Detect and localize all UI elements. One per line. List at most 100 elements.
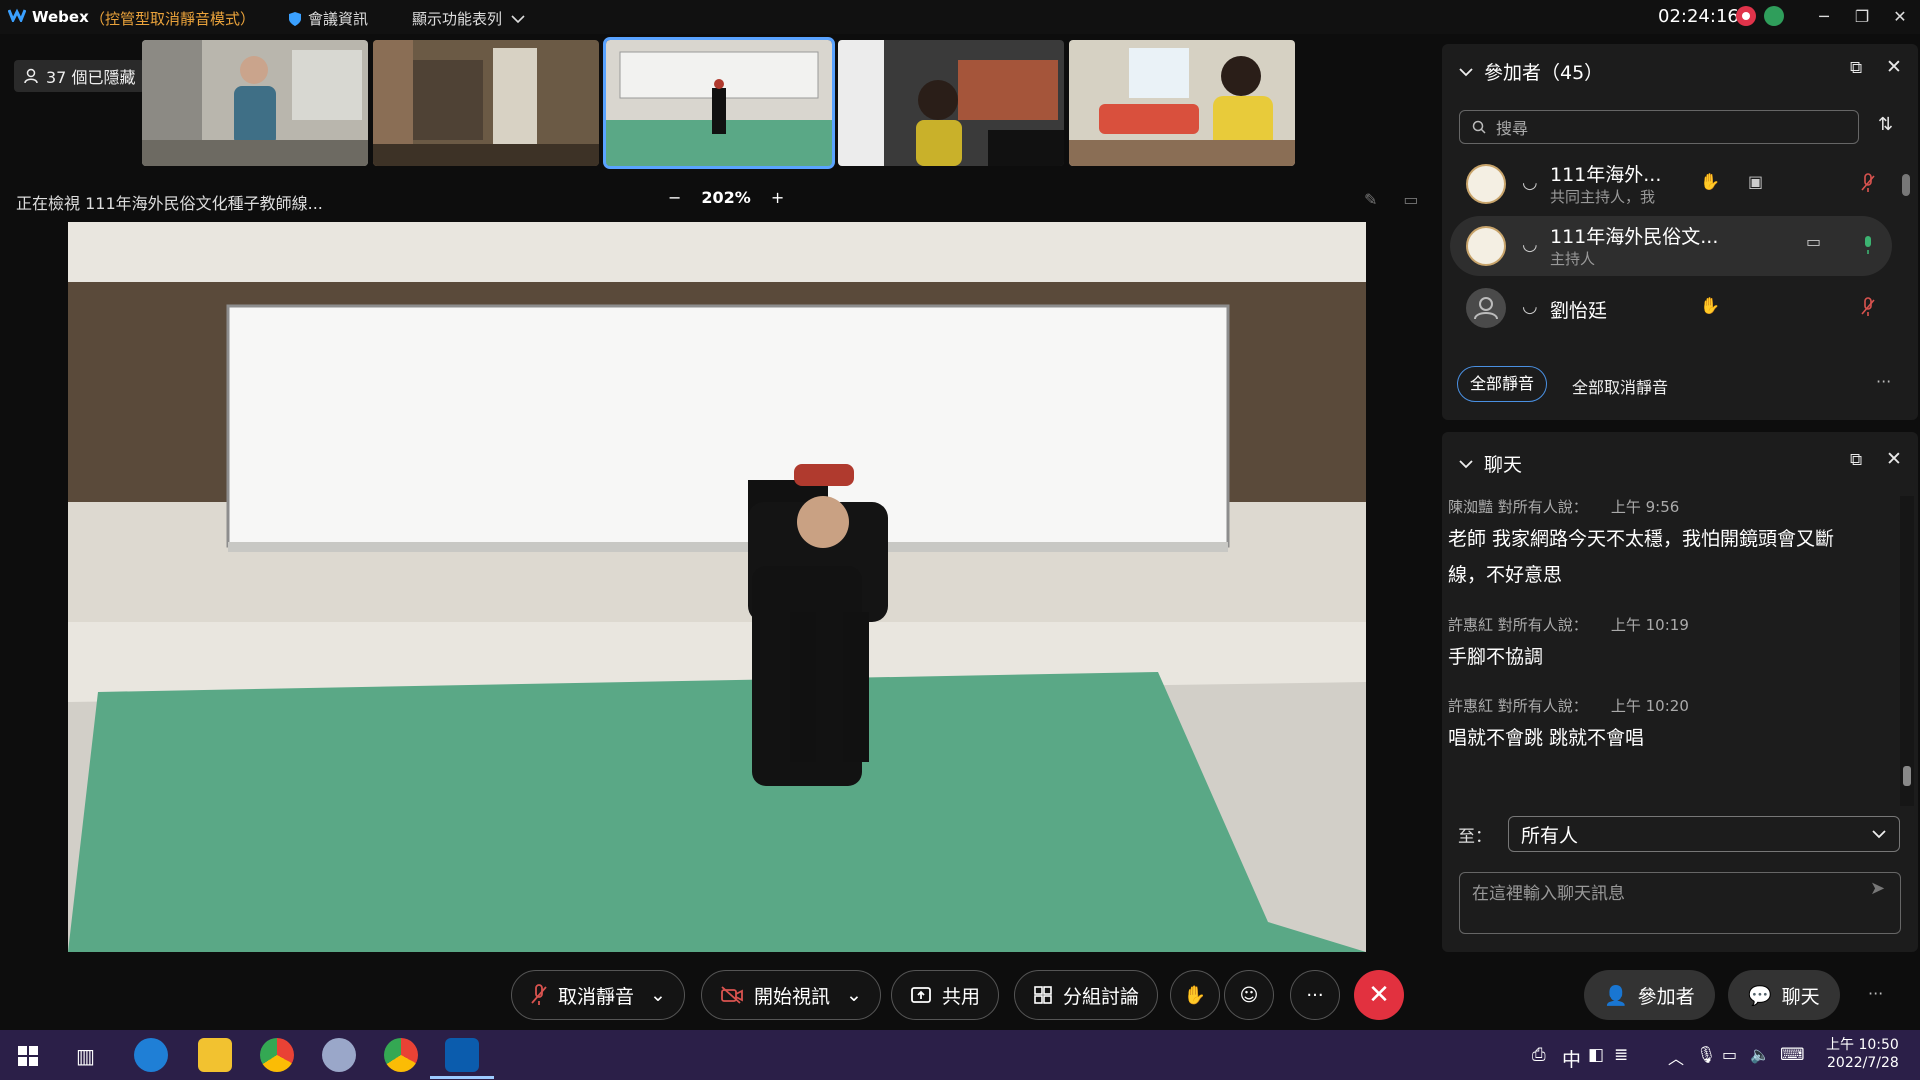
microphone-icon[interactable]	[1860, 234, 1876, 256]
participants-scrollbar[interactable]	[1902, 156, 1910, 364]
pop-out-icon[interactable]: ⧉	[1850, 58, 1862, 78]
participant-row[interactable]: ◡ 111年海外... 共同主持人，我 ✋ ▣	[1450, 154, 1892, 214]
raise-hand-icon: ✋	[1183, 984, 1207, 1006]
participant-name: 111年海外民俗文...	[1550, 226, 1719, 248]
message-text: 唱就不會跳 跳就不會唱	[1448, 727, 1645, 749]
zoom-out-button[interactable]: −	[668, 188, 681, 207]
network-stats-icon[interactable]	[1764, 6, 1784, 26]
chat-header[interactable]: 聊天	[1458, 450, 1522, 477]
chevron-down-icon[interactable]: ⌄	[846, 984, 862, 1006]
message-text: 老師 我家網路今天不太穩，我怕開鏡頭會又斷	[1448, 528, 1835, 550]
chrome-icon[interactable]	[384, 1038, 418, 1072]
show-menu-bar-label: 顯示功能表列	[412, 10, 503, 28]
participant-row[interactable]: ◡ 111年海外民俗文... 主持人 ▭	[1450, 216, 1892, 276]
participants-button[interactable]: 👤 參加者	[1584, 970, 1715, 1020]
headset-icon: ◡	[1522, 296, 1538, 317]
system-clock[interactable]: 上午 10:50 2022/7/28	[1826, 1036, 1899, 1072]
file-explorer-icon[interactable]	[198, 1038, 232, 1072]
video-thumbnail[interactable]	[838, 40, 1064, 166]
meeting-info-button[interactable]: 會議資訊	[288, 8, 368, 29]
participant-name: 劉怡廷	[1550, 300, 1608, 322]
message-sender: 許惠紅 對所有人說：	[1448, 697, 1588, 715]
meeting-info-label: 會議資訊	[308, 10, 369, 28]
zoom-in-button[interactable]: +	[771, 188, 784, 207]
hidden-participants-badge[interactable]: 37 個已隱藏	[14, 60, 146, 92]
show-menu-bar-button[interactable]: 顯示功能表列	[412, 8, 526, 29]
chat-message: 許惠紅 對所有人說： 上午 10:19 手腳不協調	[1448, 614, 1888, 675]
chat-recipient-select[interactable]: 所有人	[1508, 816, 1900, 852]
main-video[interactable]	[68, 222, 1366, 952]
windows-start-icon[interactable]	[18, 1046, 38, 1066]
app-icon[interactable]	[322, 1038, 356, 1072]
task-view-icon[interactable]: ▥	[76, 1044, 95, 1068]
unmute-all-button[interactable]: 全部取消靜音	[1572, 374, 1668, 398]
muted-microphone-icon	[531, 984, 547, 1005]
pop-out-icon[interactable]: ▭	[1403, 190, 1418, 209]
end-call-button[interactable]: ✕	[1354, 970, 1404, 1020]
search-icon	[1472, 120, 1486, 134]
view-tools: ✎ ▭	[1364, 190, 1419, 209]
close-window-button[interactable]: ✕	[1880, 2, 1920, 32]
microphone-tray-icon[interactable]: 🎙	[1696, 1045, 1716, 1064]
minimize-button[interactable]: ─	[1804, 2, 1844, 32]
chevron-down-icon	[1459, 67, 1473, 76]
title-bar: Webex （控管型取消靜音模式） 會議資訊 顯示功能表列 02:24:16 ─…	[0, 0, 1920, 34]
network-icon[interactable]: ▭	[1722, 1045, 1737, 1064]
close-icon[interactable]: ✕	[1886, 56, 1902, 78]
ime-indicator[interactable]: 中	[1562, 1045, 1581, 1072]
shield-icon	[289, 11, 301, 26]
clipboard-icon[interactable]: ⎙	[1532, 1045, 1546, 1065]
video-thumbnail[interactable]	[142, 40, 368, 166]
mute-all-button[interactable]: 全部靜音	[1457, 366, 1548, 402]
chat-message: 許惠紅 對所有人說： 上午 10:20 唱就不會跳 跳就不會唱	[1448, 695, 1888, 756]
reactions-button[interactable]: ☺	[1224, 970, 1274, 1020]
share-button[interactable]: 共用	[891, 970, 1000, 1020]
pop-out-icon[interactable]: ⧉	[1850, 450, 1862, 470]
caption-icon: ▣	[1748, 172, 1764, 191]
volume-icon[interactable]: 🔈	[1750, 1045, 1770, 1064]
message-time: 上午 10:20	[1610, 697, 1689, 715]
video-thumbnail[interactable]	[373, 40, 599, 166]
chevron-down-icon[interactable]: ⌄	[650, 984, 666, 1006]
headset-icon: ◡	[1522, 234, 1538, 255]
participant-search-input[interactable]: 搜尋	[1459, 110, 1859, 144]
chat-input[interactable]: 在這裡輸入聊天訊息	[1459, 872, 1901, 934]
start-video-button[interactable]: 開始視訊 ⌄	[701, 970, 881, 1020]
chat-title: 聊天	[1484, 454, 1523, 476]
more-options-button[interactable]: ···	[1290, 970, 1340, 1020]
restore-button[interactable]: ❐	[1842, 2, 1882, 32]
annotate-icon[interactable]: ✎	[1364, 190, 1377, 209]
chrome-icon[interactable]	[260, 1038, 294, 1072]
message-time: 上午 9:56	[1610, 498, 1680, 516]
muted-microphone-icon[interactable]	[1860, 172, 1876, 194]
overflow-menu-button[interactable]: ···	[1868, 984, 1883, 1003]
keyboard-icon[interactable]: ⌨	[1780, 1045, 1805, 1065]
edge-browser-icon[interactable]	[134, 1038, 168, 1072]
close-icon[interactable]: ✕	[1886, 448, 1902, 470]
participants-more-button[interactable]: ···	[1876, 372, 1891, 391]
chat-scrollbar[interactable]	[1900, 496, 1914, 806]
video-thumbnail[interactable]	[1069, 40, 1295, 166]
breakout-button[interactable]: 分組討論	[1014, 970, 1159, 1020]
unmute-button[interactable]: 取消靜音 ⌄	[511, 970, 685, 1020]
participant-row[interactable]: ◡ 劉怡廷 ✋	[1450, 278, 1892, 338]
video-thumbnail-active[interactable]	[603, 37, 835, 169]
sort-icon[interactable]: ⇅	[1878, 114, 1893, 135]
headset-icon: ◡	[1522, 172, 1538, 193]
webex-taskbar-icon[interactable]	[445, 1038, 479, 1072]
start-video-label: 開始視訊	[754, 985, 831, 1008]
keyboard-settings-icon[interactable]: ≣	[1614, 1045, 1628, 1065]
avatar	[1466, 288, 1506, 328]
video-camera-icon: ▭	[1806, 232, 1822, 251]
send-icon[interactable]: ➤	[1870, 878, 1885, 899]
muted-microphone-icon[interactable]	[1860, 296, 1876, 318]
chevron-up-icon[interactable]: ︿	[1668, 1045, 1684, 1069]
chat-button[interactable]: 💬 聊天	[1728, 970, 1840, 1020]
message-text: 手腳不協調	[1448, 646, 1544, 668]
participants-header[interactable]: 參加者（45）	[1458, 58, 1603, 85]
message-time: 上午 10:19	[1610, 616, 1689, 634]
recording-icon[interactable]	[1736, 6, 1756, 26]
ime-mode-icon[interactable]: ◧	[1588, 1045, 1604, 1065]
raise-hand-button[interactable]: ✋	[1170, 970, 1220, 1020]
message-text: 線，不好意思	[1448, 564, 1563, 586]
